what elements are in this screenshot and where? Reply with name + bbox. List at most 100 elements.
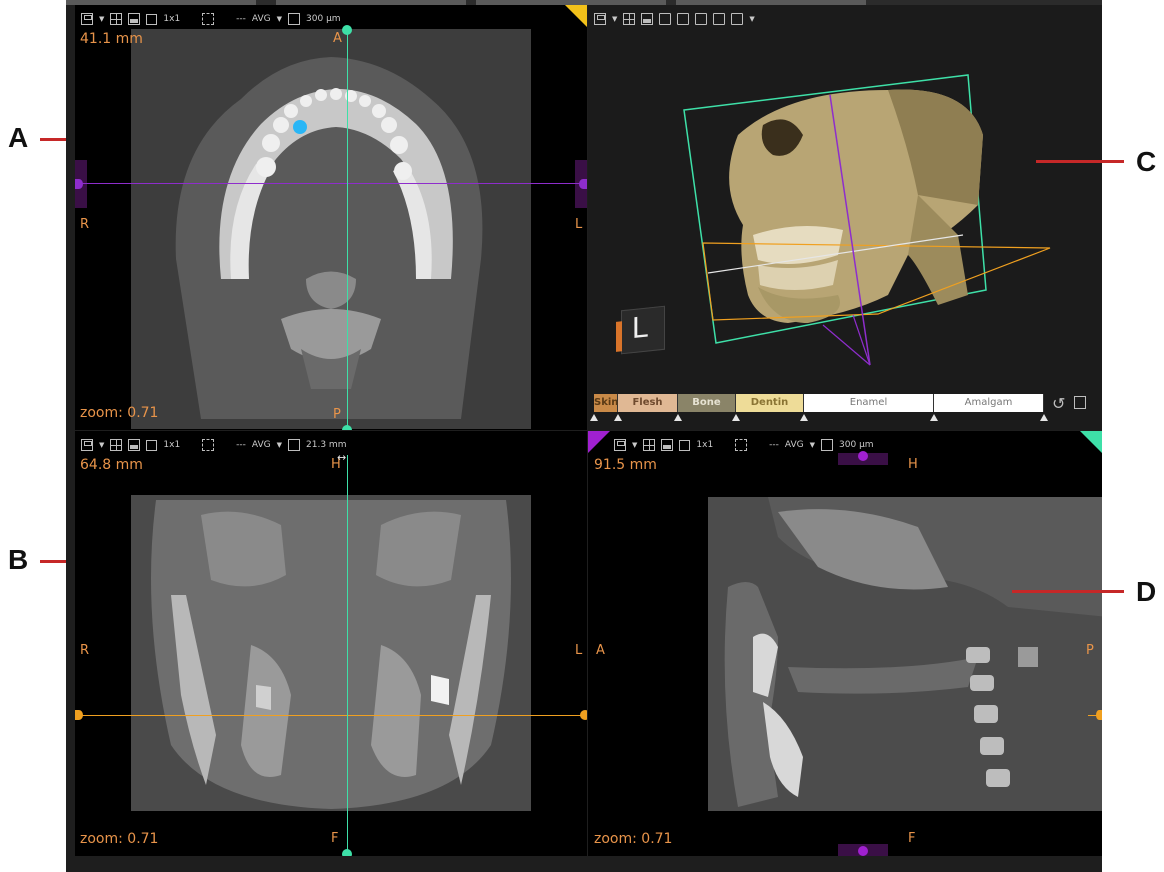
axial-viewport[interactable]: ▼ 1x1 --- AVG ▼ 300 µm 41.1 mm A P R L z… [75, 5, 587, 430]
view-indicator-corner-right [1080, 431, 1102, 453]
chevron-down-icon[interactable]: ▼ [277, 441, 282, 449]
save-icon[interactable] [81, 13, 93, 25]
coronal-slice-image [131, 495, 531, 811]
save-icon[interactable] [614, 439, 626, 451]
sagittal-viewport[interactable]: ▼ 1x1 --- AVG ▼ 300 µm 91.5 mm H F A P z… [588, 431, 1102, 856]
axial-handle-bottom[interactable] [342, 425, 352, 430]
reslice-icon[interactable] [202, 439, 215, 451]
tf-marker[interactable] [930, 414, 938, 421]
coronal-handle-left[interactable] [75, 710, 83, 720]
tf-bone[interactable]: Bone [678, 394, 736, 412]
tf-amalgam[interactable]: Amalgam [934, 394, 1044, 412]
fullscreen-icon[interactable] [623, 13, 636, 25]
projection-select[interactable]: AVG [252, 440, 271, 450]
axial-toolbar: ▼ 1x1 --- AVG ▼ 300 µm [81, 11, 341, 27]
snapshot-icon[interactable] [641, 13, 654, 25]
coronal-viewport[interactable]: ▼ 1x1 --- AVG ▼ 21.3 mm ↔ 64.8 mm H F R … [75, 431, 587, 856]
callout-b-label: B [8, 544, 29, 575]
coronal-handle-bottom[interactable] [342, 849, 352, 856]
chevron-down-icon[interactable]: ▼ [99, 441, 104, 449]
cube-view-icon[interactable] [731, 13, 744, 25]
sagittal-slice-image [708, 497, 1102, 811]
resize-horizontal-icon[interactable]: ↔ [337, 451, 346, 464]
tf-marker[interactable] [614, 414, 622, 421]
save-icon[interactable] [81, 439, 93, 451]
coronal-handle-right[interactable] [580, 710, 587, 720]
axial-crosshair-vertical[interactable] [347, 29, 348, 430]
axial-right-orientation: L [575, 217, 583, 232]
tf-flesh[interactable]: Flesh [618, 394, 678, 412]
layout-value: 1x1 [163, 14, 181, 24]
dash-value: --- [236, 14, 246, 24]
coronal-right-orientation: L [575, 643, 583, 658]
layout-icon[interactable] [146, 13, 158, 25]
cube-front-icon[interactable] [659, 13, 672, 25]
axial-slice-image [131, 29, 531, 429]
tf-marker[interactable] [800, 414, 808, 421]
view-indicator-corner-left [588, 431, 610, 453]
save-icon[interactable] [594, 13, 606, 25]
tf-dentin[interactable]: Dentin [736, 394, 804, 412]
orientation-cube[interactable]: L [616, 305, 665, 355]
save-icon[interactable] [1074, 396, 1086, 409]
dash-value: --- [236, 440, 246, 450]
snapshot-icon[interactable] [661, 439, 674, 451]
chevron-down-icon[interactable]: ▼ [99, 15, 104, 23]
snapshot-icon[interactable] [128, 439, 141, 451]
layout-icon[interactable] [146, 439, 158, 451]
sagittal-handle-bottom[interactable] [858, 846, 868, 856]
chevron-down-icon[interactable]: ▼ [632, 441, 637, 449]
coronal-toolbar: ▼ 1x1 --- AVG ▼ 21.3 mm [81, 437, 346, 453]
sagittal-handle-right[interactable] [1096, 710, 1102, 720]
reset-icon[interactable]: ↺ [1052, 394, 1065, 413]
cube-top-icon[interactable] [695, 13, 708, 25]
coronal-scan-drawing [151, 500, 511, 809]
layout-value: 1x1 [163, 440, 181, 450]
layout-icon[interactable] [679, 439, 691, 451]
axial-handle-top[interactable] [342, 25, 352, 35]
chevron-down-icon[interactable]: ▼ [277, 15, 282, 23]
tf-enamel[interactable]: Enamel [804, 394, 934, 412]
slab-icon[interactable] [288, 439, 301, 451]
callout-c-line [1036, 160, 1124, 163]
cube-iso-icon[interactable] [713, 13, 726, 25]
coronal-bottom-orientation: F [331, 831, 339, 846]
tf-marker[interactable] [1040, 414, 1048, 421]
tf-skin[interactable]: Skin [594, 394, 618, 412]
orientation-cube-label: L [632, 310, 649, 346]
transfer-function-bar[interactable]: Skin Flesh Bone Dentin Enamel Amalgam [594, 394, 1044, 412]
fullscreen-icon[interactable] [643, 439, 656, 451]
chevron-down-icon[interactable]: ▼ [612, 15, 617, 23]
chevron-down-icon[interactable]: ▼ [749, 15, 754, 23]
view-indicator-corner [565, 5, 587, 27]
tf-marker[interactable] [674, 414, 682, 421]
tf-marker[interactable] [590, 414, 598, 421]
fullscreen-icon[interactable] [110, 13, 123, 25]
coronal-crosshair-horizontal[interactable] [75, 715, 587, 716]
axial-scan-drawing [175, 57, 483, 419]
projection-select[interactable]: AVG [252, 14, 271, 24]
fullscreen-icon[interactable] [110, 439, 123, 451]
volume-toolbar: ▼ ▼ [594, 11, 755, 27]
volume-3d-viewport[interactable]: ▼ ▼ L Skin Flesh Bone Dentin Enamel Amal… [588, 5, 1102, 430]
reslice-icon[interactable] [735, 439, 748, 451]
snapshot-icon[interactable] [128, 13, 141, 25]
slab-icon[interactable] [821, 439, 834, 451]
reslice-icon[interactable] [202, 13, 215, 25]
coronal-crosshair-vertical[interactable] [347, 455, 348, 856]
chevron-down-icon[interactable]: ▼ [810, 441, 815, 449]
sagittal-bottom-orientation: F [908, 831, 916, 846]
axial-bottom-orientation: P [333, 407, 341, 422]
callout-a-label: A [8, 122, 29, 153]
cube-side-icon[interactable] [677, 13, 690, 25]
axial-handle-left[interactable] [75, 179, 83, 189]
axial-crosshair-horizontal[interactable] [75, 183, 587, 184]
axial-handle-right[interactable] [579, 179, 587, 189]
coronal-left-orientation: R [80, 643, 90, 658]
slab-icon[interactable] [288, 13, 301, 25]
callout-d-line [1012, 590, 1124, 593]
projection-select[interactable]: AVG [785, 440, 804, 450]
tf-marker[interactable] [732, 414, 740, 421]
volume-render [683, 74, 1051, 366]
sagittal-zoom-label: zoom: 0.71 [594, 831, 673, 847]
